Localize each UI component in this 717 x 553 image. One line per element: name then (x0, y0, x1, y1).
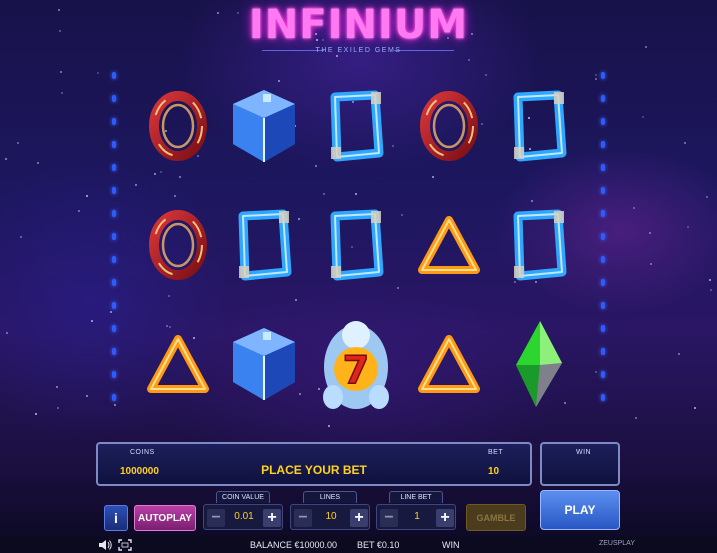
bet-value: 10 (488, 466, 500, 477)
coin-value-decrease-button[interactable]: − (207, 509, 225, 527)
reel-symbol-frame (321, 205, 391, 285)
reel-symbol-triangle (414, 324, 484, 404)
reel-symbol-ring (143, 86, 213, 166)
fullscreen-icon[interactable] (118, 539, 132, 551)
coin-value-display: 0.01 (234, 511, 254, 522)
win-text: WIN (442, 540, 460, 550)
coins-label: COINS (130, 449, 155, 456)
coin-value-label: COIN VALUE (216, 491, 270, 503)
line-bet-stepper: − 1 + (376, 504, 456, 530)
lines-label: LINES (303, 491, 357, 503)
lines-display: 10 (325, 511, 337, 522)
coin-value-increase-button[interactable]: + (263, 509, 281, 527)
reel-symbol-ring (143, 205, 213, 285)
coin-value-stepper: − 0.01 + (203, 504, 283, 530)
line-bet-display: 1 (414, 511, 420, 522)
svg-text:7: 7 (343, 348, 369, 392)
game-logo: INFINIUM THE EXILED GEMS (0, 0, 717, 60)
win-panel: WIN (540, 442, 620, 486)
lines-decrease-button[interactable]: − (294, 509, 312, 527)
reel-symbol-frame (504, 205, 574, 285)
bet-label: BET (488, 449, 504, 456)
line-bet-increase-button[interactable]: + (436, 509, 454, 527)
lines-increase-button[interactable]: + (350, 509, 368, 527)
sound-icon[interactable] (98, 539, 112, 551)
balance-text: BALANCE €10000.00 (250, 540, 338, 550)
game-stage: INFINIUM THE EXILED GEMS 7 COINS 1000000… (0, 0, 717, 553)
reel-symbol-cube (229, 86, 299, 166)
status-bar: BALANCE €10000.00 BET €0.10 WIN ZEUSPLAY (0, 537, 717, 553)
logo-title: INFINIUM (0, 2, 717, 48)
total-bet-text: BET €0.10 (357, 540, 400, 550)
reel-symbol-frame (321, 86, 391, 166)
provider-logo: ZEUSPLAY (598, 540, 635, 547)
logo-title-end: M (427, 2, 469, 48)
gamble-button[interactable]: GAMBLE (466, 504, 526, 531)
reel-symbol-triangle (414, 205, 484, 285)
reel-symbol-seven: 7 (321, 312, 391, 416)
lines-stepper: − 10 + (290, 504, 370, 530)
payline-indicators-right (601, 72, 605, 417)
win-label: WIN (576, 449, 592, 456)
reel-symbol-green-gem (504, 316, 574, 412)
payline-indicators-left (112, 72, 116, 417)
reel-symbol-frame (504, 86, 574, 166)
reel-symbol-cube (229, 324, 299, 404)
line-bet-label: LINE BET (389, 491, 443, 503)
play-button[interactable]: PLAY (540, 490, 620, 530)
status-message: PLACE YOUR BET (261, 463, 367, 477)
reel-symbol-triangle (143, 324, 213, 404)
logo-subtitle: THE EXILED GEMS (315, 47, 402, 54)
info-button[interactable]: i (104, 505, 128, 531)
reel-symbol-frame (229, 205, 299, 285)
logo-title-main: INFINIU (248, 2, 428, 48)
reel-symbol-ring (414, 86, 484, 166)
autoplay-button[interactable]: AUTOPLAY (134, 505, 196, 531)
bet-info-panel: COINS 1000000 PLACE YOUR BET BET 10 (96, 442, 532, 486)
line-bet-decrease-button[interactable]: − (380, 509, 398, 527)
